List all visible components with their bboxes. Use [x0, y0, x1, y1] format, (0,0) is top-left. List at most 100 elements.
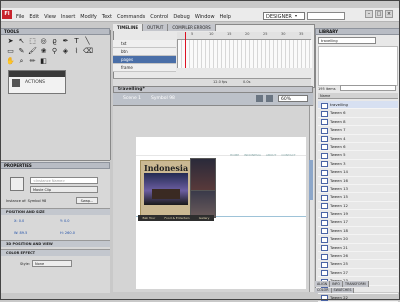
menu-debug[interactable]: Debug	[173, 14, 189, 20]
tab-info[interactable]: INFO	[330, 281, 344, 287]
layer-row[interactable]: pages	[113, 56, 176, 64]
y-field[interactable]: Y: 0.0	[60, 219, 70, 223]
layer-row[interactable]: frame	[113, 64, 176, 72]
movie-clip-icon	[10, 177, 24, 191]
edit-scene-icon[interactable]	[256, 95, 263, 102]
menu-window[interactable]: Window	[195, 14, 215, 20]
tab-transform[interactable]: TRANSFORM	[343, 281, 369, 287]
library-item[interactable]: Tween 17	[318, 218, 398, 227]
w-field[interactable]: W: 89.5	[14, 231, 27, 235]
library-item[interactable]: Tween 6	[318, 143, 398, 152]
instance-name-input[interactable]: <Instance Name>	[30, 177, 98, 184]
library-item[interactable]: Tween 26	[318, 252, 398, 261]
free-transform-icon[interactable]: ⬚	[28, 37, 37, 45]
menu-modify[interactable]: Modify	[80, 14, 97, 20]
library-item[interactable]: Tween 7	[318, 126, 398, 135]
library-item[interactable]: Tween 20	[318, 235, 398, 244]
library-item[interactable]: Tween 14	[318, 168, 398, 177]
breadcrumb-symbol[interactable]: Symbol 98	[151, 96, 175, 101]
menu-edit[interactable]: Edit	[29, 14, 39, 20]
column-header-name[interactable]: Name	[318, 93, 398, 99]
selection-tool-icon[interactable]: ➤	[6, 37, 15, 45]
actions-titlebar[interactable]	[9, 71, 65, 77]
minimize-icon[interactable]: –	[365, 10, 373, 18]
menu-view[interactable]: View	[44, 14, 56, 20]
zoom-tool-icon[interactable]: ⌕	[17, 57, 26, 65]
library-item[interactable]: Tween 27	[318, 269, 398, 278]
close-icon[interactable]: ×	[385, 10, 393, 18]
symbol-type-select[interactable]: Movie Clip	[30, 186, 98, 193]
library-item[interactable]: Tween 19	[318, 210, 398, 219]
library-item[interactable]: Tween 22	[318, 294, 398, 302]
library-item[interactable]: Tween 4	[318, 135, 398, 143]
pencil-tool-icon[interactable]: ✎	[17, 47, 26, 55]
ruler-mark: 10	[209, 32, 214, 36]
rectangle-tool-icon[interactable]: ▭	[6, 47, 15, 55]
style-select[interactable]: None	[32, 260, 72, 267]
scrollbar-thumb[interactable]	[309, 160, 313, 200]
ruler-mark: 25	[263, 32, 268, 36]
maximize-icon[interactable]: □	[375, 10, 383, 18]
text-tool-icon[interactable]: T	[72, 37, 81, 45]
menu-text[interactable]: Text	[102, 14, 112, 20]
zoom-select[interactable]: 60%	[278, 95, 308, 102]
library-item[interactable]: Tween 5	[318, 151, 398, 160]
bone-tool-icon[interactable]: ⚲	[50, 47, 59, 55]
brush-tool-icon[interactable]: 🖌	[28, 47, 37, 55]
stroke-color-icon[interactable]: ✏	[28, 57, 37, 65]
library-item[interactable]: Tween 21	[318, 244, 398, 253]
frame-ruler[interactable]: 5 10 15 20 25 30 35	[177, 32, 311, 40]
library-document-select[interactable]: travelling	[318, 37, 376, 44]
tab-color[interactable]: COLOR	[315, 288, 332, 293]
menu-file[interactable]: File	[16, 14, 24, 20]
edit-symbol-icon[interactable]	[266, 95, 273, 102]
tab-align[interactable]: ALIGN	[315, 281, 331, 287]
eyedropper-icon[interactable]: ⌇	[72, 47, 81, 55]
3d-rotate-icon[interactable]: ◎	[39, 37, 48, 45]
swap-button[interactable]: Swap...	[76, 197, 98, 204]
library-item[interactable]: Tween 12	[318, 202, 398, 211]
library-item[interactable]: Tween 13	[318, 185, 398, 194]
subselect-tool-icon[interactable]: ↖	[17, 37, 26, 45]
section-color-effect[interactable]: COLOR EFFECT	[0, 249, 110, 256]
menu-commands[interactable]: Commands	[117, 14, 145, 20]
library-item[interactable]: travelling	[318, 101, 398, 110]
document-tab[interactable]: travelling*	[113, 86, 313, 93]
workspace-switcher[interactable]: DESIGNER	[263, 12, 305, 20]
library-item[interactable]: Tween 3	[318, 160, 398, 169]
tab-compiler-errors[interactable]: COMPILER ERRORS	[168, 24, 216, 31]
nav-link: ABOUT	[265, 153, 277, 157]
section-3d-position[interactable]: 3D POSITION AND VIEW	[0, 240, 110, 247]
library-item[interactable]: Tween 18	[318, 227, 398, 236]
line-tool-icon[interactable]: ╲	[83, 37, 92, 45]
library-item[interactable]: Tween 25	[318, 260, 398, 269]
breadcrumb-scene[interactable]: Scene 1	[123, 96, 141, 101]
library-item[interactable]: Tween 15	[318, 193, 398, 202]
hand-tool-icon[interactable]: ✋	[6, 57, 15, 65]
tab-swatches[interactable]: SWATCHES	[331, 288, 355, 293]
menu-insert[interactable]: Insert	[61, 14, 75, 20]
library-item[interactable]: Tween 6	[318, 109, 398, 118]
menu-help[interactable]: Help	[220, 14, 231, 20]
h-field[interactable]: H: 260.0	[60, 231, 75, 235]
eraser-icon[interactable]: ⌫	[83, 47, 93, 55]
frame-grid[interactable]	[177, 40, 312, 68]
lasso-tool-icon[interactable]: ϱ	[50, 37, 59, 45]
library-item[interactable]: Tween 8	[318, 118, 398, 127]
pen-tool-icon[interactable]: ✒	[61, 37, 70, 45]
library-search-input[interactable]	[340, 85, 396, 91]
layer-row[interactable]: btn	[113, 48, 176, 56]
layer-row[interactable]: txt	[113, 40, 176, 48]
paint-bucket-icon[interactable]: ◈	[61, 47, 70, 55]
x-field[interactable]: X: 0.0	[14, 219, 24, 223]
playhead[interactable]	[185, 32, 186, 68]
menu-control[interactable]: Control	[150, 14, 168, 20]
tab-timeline[interactable]: TIMELINE	[113, 24, 144, 31]
library-item[interactable]: Tween 16	[318, 177, 398, 185]
deco-tool-icon[interactable]: ❀	[39, 47, 48, 55]
help-search-input[interactable]	[307, 12, 345, 20]
indonesia-banner[interactable]: Indonesia	[140, 160, 192, 218]
tab-output[interactable]: OUTPUT	[143, 24, 169, 31]
section-position-size[interactable]: POSITION AND SIZE	[0, 208, 110, 215]
fill-color-icon[interactable]: ◧	[39, 57, 48, 65]
